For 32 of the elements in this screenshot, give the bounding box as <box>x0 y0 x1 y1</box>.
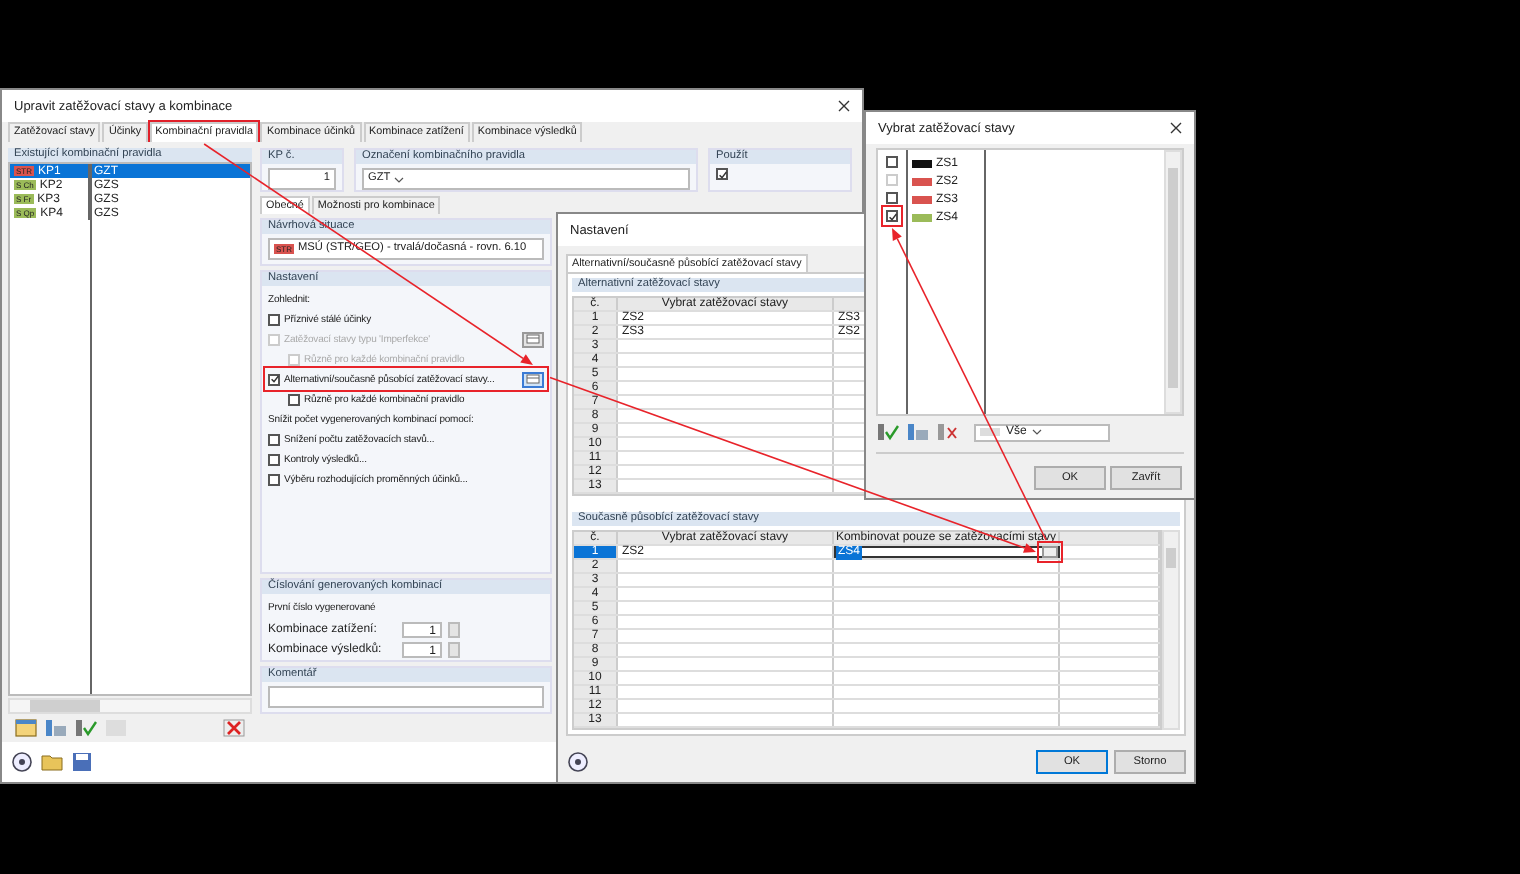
checkbox[interactable] <box>886 156 898 168</box>
highlight-box <box>1037 541 1063 563</box>
copy-icon[interactable] <box>44 718 68 738</box>
table-icon <box>526 374 540 384</box>
scrollbar[interactable] <box>8 698 252 714</box>
checkbox[interactable] <box>886 192 898 204</box>
checkbox[interactable] <box>288 393 300 405</box>
chevron-icon <box>394 175 405 183</box>
close-icon[interactable] <box>1170 122 1182 134</box>
help-icon[interactable] <box>566 750 590 774</box>
browse-button[interactable] <box>1042 546 1058 558</box>
save-icon[interactable] <box>70 750 94 774</box>
highlight-box <box>881 205 903 227</box>
edit-button[interactable] <box>522 371 544 387</box>
new-table-icon[interactable] <box>14 718 38 738</box>
comment-field[interactable] <box>268 686 544 708</box>
chevron-icon <box>1032 428 1043 436</box>
checkbox[interactable] <box>268 473 280 485</box>
swap-icon[interactable] <box>906 422 930 442</box>
table-icon <box>526 334 540 344</box>
check-icon[interactable] <box>74 718 98 738</box>
close-icon[interactable] <box>838 100 850 112</box>
scrollbar[interactable] <box>1162 530 1180 730</box>
checkbox[interactable] <box>268 313 280 325</box>
help-icon[interactable] <box>10 750 34 774</box>
checkbox[interactable] <box>268 433 280 445</box>
checkbox[interactable] <box>886 210 898 222</box>
check-icon[interactable] <box>876 422 900 442</box>
scrollbar[interactable] <box>1164 150 1182 414</box>
checkbox[interactable] <box>268 453 280 465</box>
checkbox[interactable] <box>268 373 280 385</box>
checkbox[interactable] <box>716 168 728 180</box>
